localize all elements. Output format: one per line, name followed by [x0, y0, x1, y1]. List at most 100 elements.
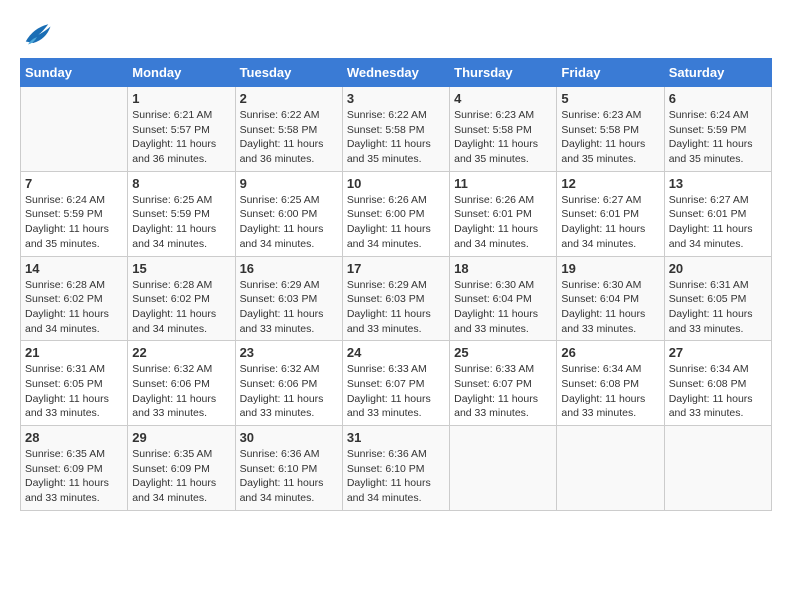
calendar-cell: 4 Sunrise: 6:23 AM Sunset: 5:58 PM Daylig…	[450, 87, 557, 172]
calendar-cell: 9 Sunrise: 6:25 AM Sunset: 6:00 PM Daylig…	[235, 171, 342, 256]
day-number: 5	[561, 91, 659, 106]
day-number: 11	[454, 176, 552, 191]
cell-info: Sunrise: 6:26 AM Sunset: 6:00 PM Dayligh…	[347, 193, 445, 252]
calendar-cell: 30 Sunrise: 6:36 AM Sunset: 6:10 PM Dayli…	[235, 426, 342, 511]
cell-info: Sunrise: 6:32 AM Sunset: 6:06 PM Dayligh…	[132, 362, 230, 421]
cell-info: Sunrise: 6:29 AM Sunset: 6:03 PM Dayligh…	[240, 278, 338, 337]
day-number: 25	[454, 345, 552, 360]
logo	[20, 20, 52, 48]
cell-info: Sunrise: 6:22 AM Sunset: 5:58 PM Dayligh…	[240, 108, 338, 167]
day-number: 21	[25, 345, 123, 360]
calendar-cell: 27 Sunrise: 6:34 AM Sunset: 6:08 PM Dayli…	[664, 341, 771, 426]
cell-info: Sunrise: 6:33 AM Sunset: 6:07 PM Dayligh…	[347, 362, 445, 421]
cell-info: Sunrise: 6:34 AM Sunset: 6:08 PM Dayligh…	[669, 362, 767, 421]
day-number: 19	[561, 261, 659, 276]
calendar-cell: 28 Sunrise: 6:35 AM Sunset: 6:09 PM Dayli…	[21, 426, 128, 511]
calendar-cell: 2 Sunrise: 6:22 AM Sunset: 5:58 PM Daylig…	[235, 87, 342, 172]
cell-info: Sunrise: 6:22 AM Sunset: 5:58 PM Dayligh…	[347, 108, 445, 167]
cell-info: Sunrise: 6:26 AM Sunset: 6:01 PM Dayligh…	[454, 193, 552, 252]
cell-info: Sunrise: 6:24 AM Sunset: 5:59 PM Dayligh…	[25, 193, 123, 252]
calendar: SundayMondayTuesdayWednesdayThursdayFrid…	[20, 58, 772, 511]
day-header-sunday: Sunday	[21, 59, 128, 87]
cell-info: Sunrise: 6:25 AM Sunset: 6:00 PM Dayligh…	[240, 193, 338, 252]
cell-info: Sunrise: 6:28 AM Sunset: 6:02 PM Dayligh…	[132, 278, 230, 337]
calendar-cell: 17Sunrise: 6:29 AM Sunset: 6:03 PM Dayli…	[342, 256, 449, 341]
cell-info: Sunrise: 6:29 AM Sunset: 6:03 PM Dayligh…	[347, 278, 445, 337]
cell-info: Sunrise: 6:25 AM Sunset: 5:59 PM Dayligh…	[132, 193, 230, 252]
calendar-cell: 6 Sunrise: 6:24 AM Sunset: 5:59 PM Daylig…	[664, 87, 771, 172]
day-number: 6	[669, 91, 767, 106]
cell-info: Sunrise: 6:27 AM Sunset: 6:01 PM Dayligh…	[561, 193, 659, 252]
calendar-week-row: 14 Sunrise: 6:28 AM Sunset: 6:02 PM Dayli…	[21, 256, 772, 341]
day-number: 1	[132, 91, 230, 106]
calendar-cell: 23Sunrise: 6:32 AM Sunset: 6:06 PM Dayli…	[235, 341, 342, 426]
day-header-friday: Friday	[557, 59, 664, 87]
day-number: 14	[25, 261, 123, 276]
calendar-cell: 11 Sunrise: 6:26 AM Sunset: 6:01 PM Dayli…	[450, 171, 557, 256]
calendar-cell: 7Sunrise: 6:24 AM Sunset: 5:59 PM Daylig…	[21, 171, 128, 256]
logo-bird-icon	[22, 20, 52, 48]
day-number: 10	[347, 176, 445, 191]
cell-info: Sunrise: 6:33 AM Sunset: 6:07 PM Dayligh…	[454, 362, 552, 421]
cell-info: Sunrise: 6:36 AM Sunset: 6:10 PM Dayligh…	[240, 447, 338, 506]
calendar-week-row: 28 Sunrise: 6:35 AM Sunset: 6:09 PM Dayli…	[21, 426, 772, 511]
day-header-thursday: Thursday	[450, 59, 557, 87]
calendar-cell: 26Sunrise: 6:34 AM Sunset: 6:08 PM Dayli…	[557, 341, 664, 426]
calendar-header-row: SundayMondayTuesdayWednesdayThursdayFrid…	[21, 59, 772, 87]
calendar-cell: 8Sunrise: 6:25 AM Sunset: 5:59 PM Daylig…	[128, 171, 235, 256]
calendar-week-row: 21 Sunrise: 6:31 AM Sunset: 6:05 PM Dayli…	[21, 341, 772, 426]
cell-info: Sunrise: 6:30 AM Sunset: 6:04 PM Dayligh…	[561, 278, 659, 337]
cell-info: Sunrise: 6:28 AM Sunset: 6:02 PM Dayligh…	[25, 278, 123, 337]
day-number: 24	[347, 345, 445, 360]
day-number: 16	[240, 261, 338, 276]
calendar-cell: 19 Sunrise: 6:30 AM Sunset: 6:04 PM Dayli…	[557, 256, 664, 341]
calendar-cell: 24 Sunrise: 6:33 AM Sunset: 6:07 PM Dayli…	[342, 341, 449, 426]
day-number: 13	[669, 176, 767, 191]
calendar-cell: 1 Sunrise: 6:21 AM Sunset: 5:57 PM Daylig…	[128, 87, 235, 172]
day-number: 23	[240, 345, 338, 360]
cell-info: Sunrise: 6:21 AM Sunset: 5:57 PM Dayligh…	[132, 108, 230, 167]
calendar-cell: 16 Sunrise: 6:29 AM Sunset: 6:03 PM Dayli…	[235, 256, 342, 341]
day-number: 15	[132, 261, 230, 276]
day-number: 27	[669, 345, 767, 360]
calendar-cell: 21 Sunrise: 6:31 AM Sunset: 6:05 PM Dayli…	[21, 341, 128, 426]
cell-info: Sunrise: 6:27 AM Sunset: 6:01 PM Dayligh…	[669, 193, 767, 252]
day-number: 30	[240, 430, 338, 445]
day-number: 20	[669, 261, 767, 276]
cell-info: Sunrise: 6:35 AM Sunset: 6:09 PM Dayligh…	[25, 447, 123, 506]
calendar-cell: 10 Sunrise: 6:26 AM Sunset: 6:00 PM Dayli…	[342, 171, 449, 256]
calendar-week-row: 7Sunrise: 6:24 AM Sunset: 5:59 PM Daylig…	[21, 171, 772, 256]
day-header-tuesday: Tuesday	[235, 59, 342, 87]
calendar-cell: 5 Sunrise: 6:23 AM Sunset: 5:58 PM Daylig…	[557, 87, 664, 172]
day-number: 22	[132, 345, 230, 360]
day-number: 26	[561, 345, 659, 360]
header	[20, 20, 772, 48]
calendar-week-row: 1 Sunrise: 6:21 AM Sunset: 5:57 PM Daylig…	[21, 87, 772, 172]
cell-info: Sunrise: 6:24 AM Sunset: 5:59 PM Dayligh…	[669, 108, 767, 167]
day-number: 4	[454, 91, 552, 106]
cell-info: Sunrise: 6:23 AM Sunset: 5:58 PM Dayligh…	[454, 108, 552, 167]
calendar-cell: 20Sunrise: 6:31 AM Sunset: 6:05 PM Dayli…	[664, 256, 771, 341]
day-number: 12	[561, 176, 659, 191]
day-number: 28	[25, 430, 123, 445]
day-header-wednesday: Wednesday	[342, 59, 449, 87]
calendar-cell: 14 Sunrise: 6:28 AM Sunset: 6:02 PM Dayli…	[21, 256, 128, 341]
calendar-cell: 25 Sunrise: 6:33 AM Sunset: 6:07 PM Dayli…	[450, 341, 557, 426]
calendar-cell: 18Sunrise: 6:30 AM Sunset: 6:04 PM Dayli…	[450, 256, 557, 341]
calendar-cell: 31Sunrise: 6:36 AM Sunset: 6:10 PM Dayli…	[342, 426, 449, 511]
cell-info: Sunrise: 6:35 AM Sunset: 6:09 PM Dayligh…	[132, 447, 230, 506]
cell-info: Sunrise: 6:30 AM Sunset: 6:04 PM Dayligh…	[454, 278, 552, 337]
day-number: 29	[132, 430, 230, 445]
day-header-saturday: Saturday	[664, 59, 771, 87]
day-number: 2	[240, 91, 338, 106]
day-header-monday: Monday	[128, 59, 235, 87]
calendar-cell: 12 Sunrise: 6:27 AM Sunset: 6:01 PM Dayli…	[557, 171, 664, 256]
cell-info: Sunrise: 6:23 AM Sunset: 5:58 PM Dayligh…	[561, 108, 659, 167]
cell-info: Sunrise: 6:31 AM Sunset: 6:05 PM Dayligh…	[25, 362, 123, 421]
calendar-cell: 13 Sunrise: 6:27 AM Sunset: 6:01 PM Dayli…	[664, 171, 771, 256]
calendar-cell	[450, 426, 557, 511]
calendar-cell: 3Sunrise: 6:22 AM Sunset: 5:58 PM Daylig…	[342, 87, 449, 172]
calendar-cell	[664, 426, 771, 511]
calendar-cell: 29 Sunrise: 6:35 AM Sunset: 6:09 PM Dayli…	[128, 426, 235, 511]
day-number: 9	[240, 176, 338, 191]
